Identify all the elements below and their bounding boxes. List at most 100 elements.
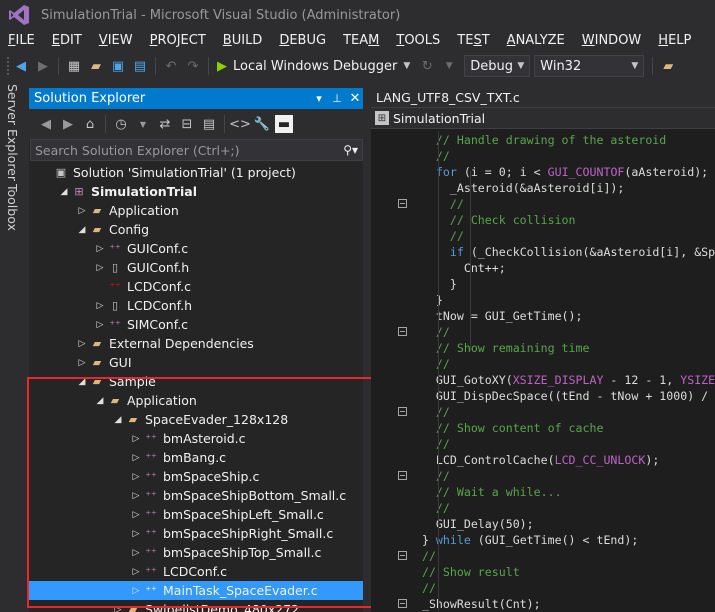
save-all-icon[interactable]: ▤ [131, 57, 149, 75]
menu-item-label: IEW [107, 32, 133, 48]
expand-arrow-closed-icon[interactable]: ▷ [93, 320, 107, 330]
code-line: _Asteroid(&aAsteroid[i]); [408, 180, 625, 196]
solution-configuration-dropdown[interactable]: Debug ▼ [464, 55, 531, 77]
tree-item[interactable]: ▷ ▰ GUI [29, 353, 363, 372]
toolbar-separator [224, 115, 225, 133]
window-title: SimulationTrial - Microsoft Visual Studi… [41, 7, 401, 23]
menu-item-label: ELP [668, 32, 692, 48]
preview-selected-items-icon[interactable]: ▬ [275, 115, 293, 133]
menu-item-label: EBUG [289, 32, 327, 48]
fold-toggle-icon[interactable] [398, 471, 407, 480]
menu-item[interactable]: TEST [449, 33, 498, 48]
menu-item-label: DIT [60, 32, 82, 48]
pin-icon[interactable]: ⊥ [329, 92, 345, 105]
toolbar-grip[interactable] [6, 56, 10, 76]
menu-item[interactable]: HELP [650, 33, 700, 48]
pending-changes-filter-icon[interactable]: ◷ [112, 115, 130, 133]
tree-item[interactable]: ▷ ▰ External Dependencies [29, 334, 363, 353]
back-icon[interactable]: ◀ [37, 115, 55, 133]
expand-arrow-closed-icon[interactable]: ▷ [93, 263, 107, 273]
tree-item[interactable]: ▷ ▰ Application [29, 201, 363, 220]
find-in-files-icon[interactable]: ▰ [659, 57, 677, 75]
solution-explorer-header: Solution Explorer ▾ ⊥ ✕ [29, 88, 363, 109]
new-project-icon[interactable]: ▦ [65, 57, 83, 75]
code-token: (aAsteroid); i++) { [624, 165, 709, 179]
redo-icon[interactable]: ↷ [184, 57, 202, 75]
window-position-dropdown-icon[interactable]: ▾ [311, 92, 327, 105]
chevron-down-icon[interactable]: ▼ [440, 57, 458, 75]
menu-item[interactable]: WINDOW [574, 33, 651, 48]
tree-item[interactable]: ⁺⁺ LCDConf.c [29, 277, 363, 296]
menu-item[interactable]: EDIT [44, 33, 91, 48]
menu-item[interactable]: TOOLS [388, 33, 449, 48]
expand-arrow-closed-icon[interactable]: ▷ [75, 358, 89, 368]
tree-item[interactable]: ▷ ⁺⁺ SIMConf.c [29, 315, 363, 334]
expand-arrow-closed-icon[interactable]: ▷ [75, 339, 89, 349]
expand-arrow-open-icon[interactable]: ◢ [57, 187, 71, 197]
fold-toggle-icon[interactable] [398, 327, 407, 336]
menu-item[interactable]: VIEW [91, 33, 142, 48]
collapse-all-icon[interactable]: ⊟ [178, 115, 196, 133]
refresh-icon[interactable]: ↻ [418, 57, 436, 75]
navigate-forward-icon[interactable]: ▶ [34, 57, 52, 75]
code-token: } [408, 277, 457, 291]
properties-icon[interactable]: 🔧 [253, 115, 271, 133]
tree-item[interactable]: ▣ Solution 'SimulationTrial' (1 project) [29, 163, 363, 182]
view-code-icon[interactable]: <> [229, 115, 251, 133]
menu-item[interactable]: TEAM [335, 33, 388, 48]
menu-item[interactable]: ANALYZE [499, 33, 574, 48]
code-token: (_CheckCollision(&aAsteroid[i], &SpaceSh… [470, 245, 715, 259]
code-line: // Wait a while... [408, 484, 562, 500]
document-tab[interactable]: LANG_UTF8_CSV_TXT.c [376, 90, 520, 105]
tree-item-label: GUIConf.c [127, 241, 189, 256]
menu-item[interactable]: DEBUG [271, 33, 335, 48]
server-explorer-tab[interactable]: Server Explorer [5, 84, 20, 181]
tree-item-label: Config [109, 222, 150, 237]
navigation-bar[interactable]: ⊞ SimulationTrial [371, 108, 715, 129]
title-bar: SimulationTrial - Microsoft Visual Studi… [0, 0, 715, 30]
chevron-down-icon[interactable]: ▼ [134, 115, 152, 133]
fold-toggle-icon[interactable] [398, 599, 407, 608]
code-token: // Show remaining time [408, 341, 590, 355]
solution-explorer-search-input[interactable]: Search Solution Explorer (Ctrl+;) ⚲▾ [30, 139, 363, 161]
expand-arrow-closed-icon[interactable]: ▷ [93, 244, 107, 254]
menu-item[interactable]: PROJECT [142, 33, 215, 48]
menu-item[interactable]: FILE [0, 33, 44, 48]
start-debugging-button[interactable]: ▶ Local Windows Debugger ▼ [217, 59, 410, 74]
code-line: // [408, 228, 464, 244]
sync-with-document-icon[interactable]: ⇄ [156, 115, 174, 133]
chevron-down-icon[interactable]: ▼ [403, 61, 410, 71]
search-icon[interactable]: ⚲▾ [343, 143, 358, 157]
code-line: // [408, 548, 436, 564]
code-line: tNow = GUI_GetTime(); [408, 308, 583, 324]
tree-item[interactable]: ◢ ▰ Config [29, 220, 363, 239]
code-token: XSIZE_DISPLAY [512, 373, 604, 387]
save-icon[interactable]: ▣ [109, 57, 127, 75]
fold-toggle-icon[interactable] [398, 199, 407, 208]
open-file-icon[interactable]: ▰ [87, 57, 105, 75]
menu-item[interactable]: BUILD [215, 33, 272, 48]
toolbox-tab[interactable]: Toolbox [5, 184, 20, 231]
code-area[interactable]: // Handle drawing of the asteroid // for… [408, 131, 715, 612]
tree-item[interactable]: ▷ ▯ LCDConf.h [29, 296, 363, 315]
close-icon[interactable]: ✕ [347, 91, 363, 106]
tree-item[interactable]: ▷ ▯ GUIConf.h [29, 258, 363, 277]
tree-item[interactable]: ◢ ⊞ SimulationTrial [29, 182, 363, 201]
project-icon: ⊞ [74, 185, 84, 198]
fold-toggle-icon[interactable] [398, 551, 407, 560]
code-token: // [408, 581, 436, 595]
code-line: // Check collision [408, 212, 576, 228]
home-icon[interactable]: ⌂ [81, 115, 99, 133]
menu-item-label: ROJECT [157, 32, 206, 48]
fold-toggle-icon[interactable] [398, 407, 407, 416]
solution-platform-dropdown[interactable]: Win32 ▼ [534, 55, 645, 77]
expand-arrow-closed-icon[interactable]: ▷ [93, 301, 107, 311]
tree-item-label: External Dependencies [109, 336, 254, 351]
expand-arrow-open-icon[interactable]: ◢ [75, 225, 89, 235]
tree-item[interactable]: ▷ ⁺⁺ GUIConf.c [29, 239, 363, 258]
show-all-files-icon[interactable]: ▤ [200, 115, 218, 133]
undo-icon[interactable]: ↶ [162, 57, 180, 75]
forward-icon[interactable]: ▶ [59, 115, 77, 133]
expand-arrow-closed-icon[interactable]: ▷ [75, 206, 89, 216]
navigate-back-icon[interactable]: ◀ [12, 57, 30, 75]
